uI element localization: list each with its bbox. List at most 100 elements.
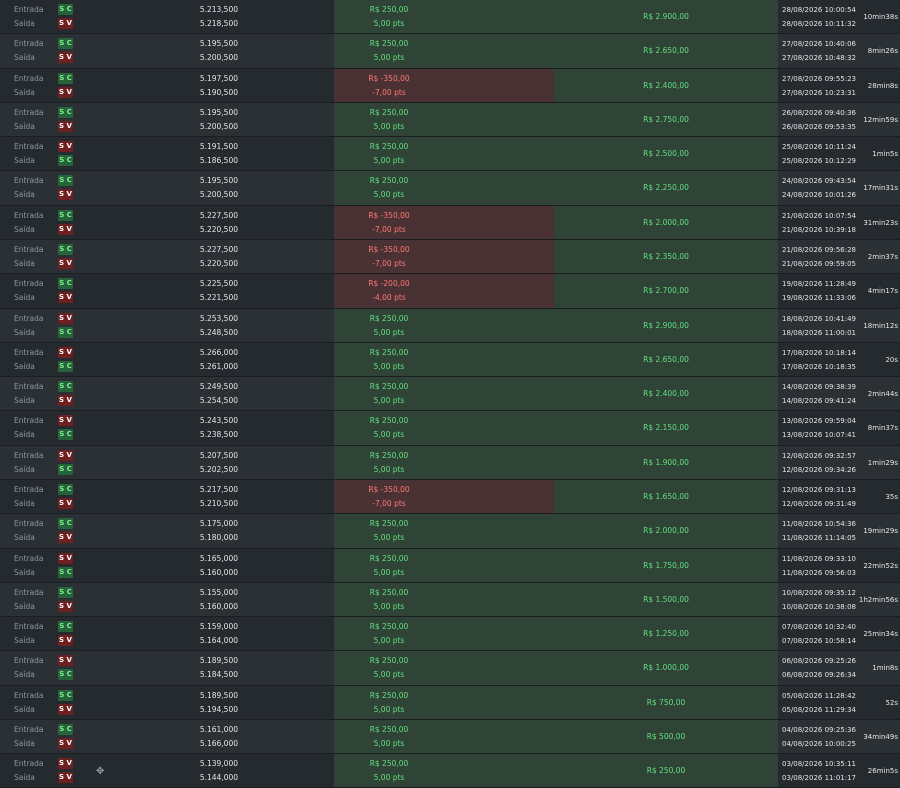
table-row[interactable]: Entrada Saída S C S V 5.195,500 5.200,500 R$ 2… [0, 171, 900, 206]
exit-label: Saída [14, 567, 35, 577]
result-value: R$ -350,00 [368, 210, 410, 220]
table-row[interactable]: Entrada Saída S C S V 5.159,000 5.164,000 R$ 2… [0, 617, 900, 652]
table-row[interactable]: Entrada Saída S C S V 5.195,500 5.200,500 R$ 2… [0, 102, 900, 138]
side-labels-cell: Entrada Saída [0, 103, 52, 136]
side-badges-cell: S V S C [52, 137, 94, 170]
result-value: R$ 250,00 [369, 347, 409, 357]
side-badges-cell: S C S V [52, 617, 94, 650]
result-value: R$ 250,00 [369, 313, 409, 323]
result-points: 5,00 pts [373, 704, 405, 714]
table-row[interactable]: Entrada Saída S V S C 5.207,500 5.202,500 R$ 2… [0, 445, 900, 480]
dates-cell: 11/08/2026 09:33:10 11/08/2026 09:56:03 [778, 549, 868, 582]
dates-cell: 13/08/2026 09:59:04 13/08/2026 10:07:41 [778, 411, 868, 444]
result-value: R$ 250,00 [369, 107, 409, 117]
entry-price: 5.139,000 [199, 759, 238, 769]
duration-value: 35s [885, 492, 898, 501]
table-row[interactable]: Entrada Saída S C S V 5.227,500 5.220,500 R$ -… [0, 205, 900, 240]
accumulated-cell: R$ 2.900,00 [554, 0, 778, 34]
table-row[interactable]: Entrada Saída S C S V 5.175,000 5.180,000 R$ 2… [0, 514, 900, 549]
price-cell: 5.213,500 5.218,500 [94, 0, 334, 33]
result-cell: R$ 250,00 5,00 pts [334, 548, 554, 582]
exit-side-badge: S C [58, 566, 73, 578]
duration-cell: 19min29s [863, 514, 900, 547]
exit-side-badge: S V [58, 189, 73, 201]
side-badges-cell: S V S V [52, 754, 94, 787]
accumulated-value: R$ 2.900,00 [643, 320, 689, 330]
accumulated-cell: R$ 2.900,00 [554, 308, 778, 342]
result-value: R$ 250,00 [369, 759, 409, 769]
table-row[interactable]: Entrada Saída S V S C 5.189,500 5.184,500 R$ 2… [0, 651, 900, 686]
table-row[interactable]: Entrada Saída S C S V 5.225,500 5.221,500 R$ -… [0, 274, 900, 309]
table-row[interactable]: Entrada Saída S V S C 5.243,500 5.238,500 R$ 2… [0, 411, 900, 446]
duration-value: 2min44s [867, 390, 898, 399]
result-cell: R$ 250,00 5,00 pts [334, 719, 554, 754]
table-row[interactable]: Entrada Saída S C S V 5.217,500 5.210,500 R$ -… [0, 479, 900, 515]
exit-price: 5.200,500 [199, 121, 238, 131]
exit-price: 5.261,000 [199, 361, 238, 371]
accumulated-value: R$ 2.750,00 [643, 114, 689, 124]
table-row[interactable]: Entrada Saída S C S V 5.227,500 5.220,500 R$ -… [0, 239, 900, 275]
entry-label: Entrada [14, 279, 44, 289]
price-cell: 5.197,500 5.190,500 [94, 69, 334, 102]
table-row[interactable]: Entrada Saída S C S V 5.155,000 5.160,000 R$ 2… [0, 582, 900, 618]
price-cell: 5.227,500 5.220,500 [94, 240, 334, 273]
side-badges-cell: S V S C [52, 651, 94, 684]
entry-time: 07/08/2026 10:32:40 [782, 623, 857, 632]
price-cell: 5.195,500 5.200,500 [94, 34, 334, 67]
entry-price: 5.189,500 [199, 656, 238, 666]
exit-price: 5.166,000 [199, 738, 238, 748]
dates-cell: 19/08/2026 11:28:49 19/08/2026 11:33:06 [778, 274, 868, 307]
result-value: R$ 250,00 [369, 690, 409, 700]
table-row[interactable]: Entrada Saída S V S C 5.253,500 5.248,500 R$ 2… [0, 308, 900, 343]
result-points: 5,00 pts [373, 396, 405, 406]
result-points: 5,00 pts [373, 670, 405, 680]
duration-cell: 26min5s [864, 754, 900, 787]
duration-value: 25min34s [863, 630, 898, 639]
entry-side-badge: S V [58, 415, 73, 427]
table-row[interactable]: Entrada Saída S C S V 5.249,500 5.254,500 R$ 2… [0, 377, 900, 412]
entry-time: 06/08/2026 09:25:26 [782, 657, 857, 666]
entry-time: 25/08/2026 10:11:24 [782, 143, 857, 152]
exit-time: 19/08/2026 11:33:06 [782, 294, 857, 303]
entry-label: Entrada [14, 416, 44, 426]
entry-side-badge: S V [58, 312, 73, 324]
accumulated-cell: R$ 500,00 [554, 719, 778, 754]
result-cell: R$ 250,00 5,00 pts [334, 445, 554, 479]
exit-label: Saída [14, 533, 35, 543]
exit-side-badge: S V [58, 600, 73, 612]
table-row[interactable]: Entrada Saída S C S V 5.189,500 5.194,500 R$ 2… [0, 685, 900, 720]
result-value: R$ 250,00 [369, 553, 409, 563]
duration-value: 18min12s [863, 321, 898, 330]
duration-cell: 25min34s [863, 617, 900, 650]
entry-time: 27/08/2026 10:40:06 [782, 40, 857, 49]
exit-side-badge: S C [58, 429, 73, 441]
entry-label: Entrada [14, 176, 44, 186]
exit-time: 12/08/2026 09:31:49 [782, 499, 857, 508]
result-cell: R$ 250,00 5,00 pts [334, 171, 554, 205]
table-row[interactable]: Entrada Saída S V S C 5.191,500 5.186,500 R$ 2… [0, 137, 900, 172]
accumulated-value: R$ 500,00 [646, 731, 686, 741]
table-row[interactable]: Entrada Saída S V S C 5.266,000 5.261,000 R$ 2… [0, 342, 900, 378]
result-points: 5,00 pts [373, 327, 405, 337]
entry-label: Entrada [14, 759, 44, 769]
side-badges-cell: S C S V [52, 0, 94, 33]
table-row[interactable]: Entrada Saída S C S V 5.195,500 5.200,500 R$ 2… [0, 34, 900, 69]
accumulated-cell: R$ 2.650,00 [554, 34, 778, 68]
accumulated-value: R$ 2.650,00 [643, 354, 689, 364]
table-row[interactable]: Entrada Saída S C S V 5.161,000 5.166,000 R$ 2… [0, 719, 900, 755]
table-row[interactable]: Entrada Saída S C S V 5.213,500 5.218,500 R$ 2… [0, 0, 900, 35]
price-cell: 5.249,500 5.254,500 [94, 377, 334, 410]
entry-time: 14/08/2026 09:38:39 [782, 383, 857, 392]
exit-time: 04/08/2026 10:00:25 [782, 739, 857, 748]
result-cell: R$ 250,00 5,00 pts [334, 582, 554, 617]
result-cell: R$ 250,00 5,00 pts [334, 617, 554, 651]
exit-time: 07/08/2026 10:58:14 [782, 637, 857, 646]
entry-side-badge: S C [58, 72, 73, 84]
table-row[interactable]: Entrada Saída S C S V 5.197,500 5.190,500 R$ -… [0, 68, 900, 103]
result-cell: R$ 250,00 5,00 pts [334, 411, 554, 445]
table-row[interactable]: Entrada Saída S V S V 5.139,000 5.144,000 R$ 2… [0, 754, 900, 788]
entry-price: 5.243,500 [199, 416, 238, 426]
dates-cell: 14/08/2026 09:38:39 14/08/2026 09:41:24 [778, 377, 868, 410]
table-row[interactable]: Entrada Saída S V S C 5.165,000 5.160,000 R$ 2… [0, 548, 900, 583]
result-cell: R$ 250,00 5,00 pts [334, 651, 554, 685]
